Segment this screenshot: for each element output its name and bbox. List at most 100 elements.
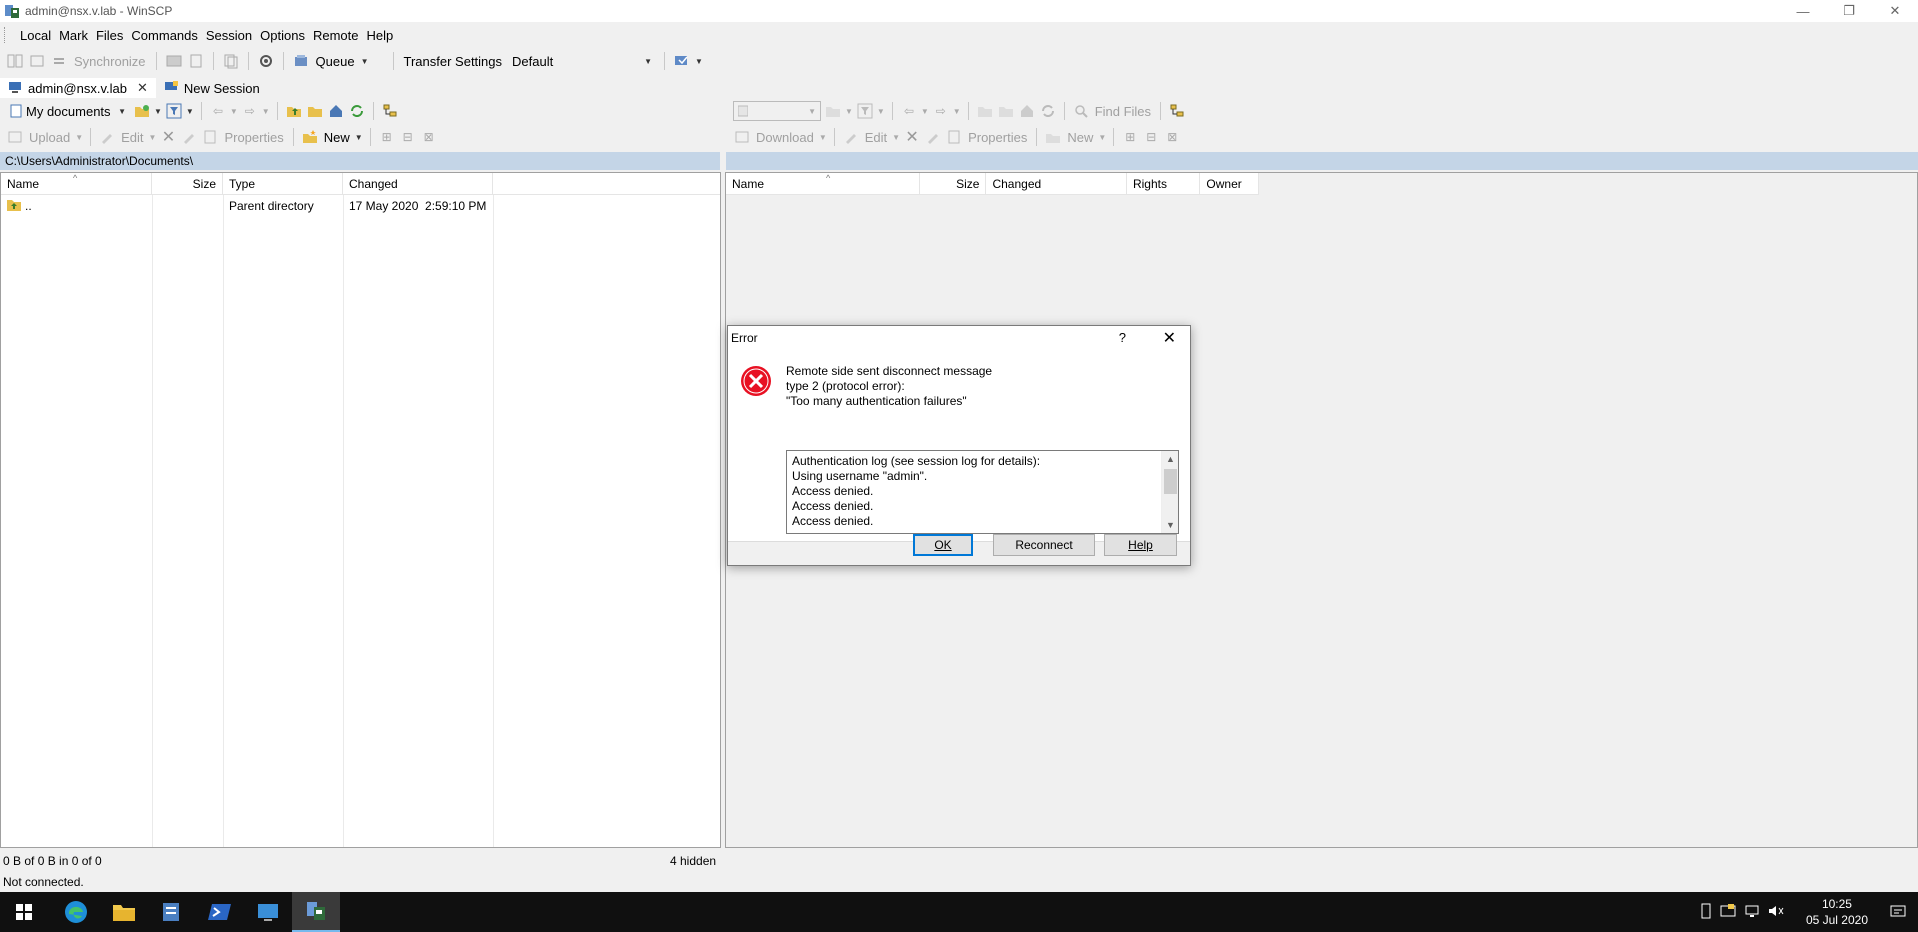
preferences-gear-icon[interactable]: [257, 52, 275, 70]
refresh-icon[interactable]: [348, 102, 366, 120]
keep-up-to-date-icon[interactable]: [28, 52, 46, 70]
upload-button[interactable]: Upload: [27, 130, 72, 145]
menu-local[interactable]: Local: [16, 28, 55, 43]
rename-icon[interactable]: [924, 128, 942, 146]
authentication-log[interactable]: Authentication log (see session log for …: [786, 450, 1179, 534]
console-icon[interactable]: [165, 52, 183, 70]
tree-view-icon[interactable]: [1168, 102, 1186, 120]
chevron-down-icon[interactable]: ▼: [355, 133, 363, 142]
column-changed[interactable]: Changed: [343, 173, 493, 194]
compare-directories-icon[interactable]: [6, 52, 24, 70]
menu-session[interactable]: Session: [202, 28, 256, 43]
filter-icon[interactable]: [165, 102, 183, 120]
reconnect-button[interactable]: Reconnect: [993, 534, 1095, 556]
download-icon[interactable]: [733, 128, 751, 146]
chevron-down-icon[interactable]: ▼: [845, 107, 853, 116]
local-location-select[interactable]: My documents ▼: [6, 101, 130, 121]
back-arrow-icon[interactable]: ⇦: [900, 102, 918, 120]
file-explorer-icon[interactable]: [100, 892, 148, 932]
chevron-down-icon[interactable]: ▼: [230, 107, 238, 116]
delete-icon[interactable]: ✕: [903, 128, 921, 146]
network-icon[interactable]: [1744, 904, 1760, 921]
column-name[interactable]: Name: [726, 173, 920, 194]
back-arrow-icon[interactable]: ⇦: [209, 102, 227, 120]
column-rights[interactable]: Rights: [1127, 173, 1201, 194]
edit-icon[interactable]: [842, 128, 860, 146]
copy-to-clipboard-icon[interactable]: [222, 52, 240, 70]
column-type[interactable]: Type: [223, 173, 343, 194]
select-filter-icon[interactable]: ⊠: [1163, 128, 1181, 146]
log-scrollbar[interactable]: ▲ ▼: [1161, 451, 1178, 533]
open-folder-icon[interactable]: [824, 102, 842, 120]
table-row[interactable]: .. Parent directory 17 May 2020 2:59:10 …: [1, 195, 720, 217]
root-directory-icon[interactable]: [306, 102, 324, 120]
edit-icon[interactable]: [98, 128, 116, 146]
synchronize-icon[interactable]: [50, 52, 68, 70]
keyboard-icon[interactable]: [1720, 903, 1736, 921]
putty-icon[interactable]: [187, 52, 205, 70]
parent-directory-icon[interactable]: [285, 102, 303, 120]
column-size[interactable]: Size: [920, 173, 987, 194]
forward-arrow-icon[interactable]: ⇨: [932, 102, 950, 120]
tab-new-session[interactable]: New Session: [156, 78, 268, 98]
tree-view-icon[interactable]: [381, 102, 399, 120]
scroll-up-icon[interactable]: ▲: [1162, 451, 1179, 467]
queue-dropdown-icon[interactable]: ▼: [361, 57, 369, 66]
upload-icon[interactable]: [6, 128, 24, 146]
chevron-down-icon[interactable]: ▼: [695, 57, 703, 66]
find-files-icon[interactable]: [1072, 102, 1090, 120]
remote-desktop-icon[interactable]: [244, 892, 292, 932]
home-icon[interactable]: [1018, 102, 1036, 120]
clock[interactable]: 10:25 05 Jul 2020: [1806, 896, 1868, 928]
menu-help[interactable]: Help: [362, 28, 397, 43]
start-windows-icon[interactable]: [0, 892, 48, 932]
refresh-icon[interactable]: [1039, 102, 1057, 120]
chevron-down-icon[interactable]: ▼: [186, 107, 194, 116]
dialog-help-button[interactable]: ?: [1119, 330, 1126, 345]
help-button[interactable]: Help: [1104, 534, 1177, 556]
open-folder-icon[interactable]: [133, 102, 151, 120]
select-plus-icon[interactable]: ⊞: [378, 128, 396, 146]
column-changed[interactable]: Changed: [986, 173, 1127, 194]
rename-icon[interactable]: [180, 128, 198, 146]
queue-button[interactable]: Queue: [314, 54, 357, 69]
queue-icon[interactable]: [292, 52, 310, 70]
chevron-down-icon[interactable]: ▼: [953, 107, 961, 116]
edge-browser-icon[interactable]: [52, 892, 100, 932]
chevron-down-icon[interactable]: ▼: [75, 133, 83, 142]
new-folder-icon[interactable]: [301, 128, 319, 146]
scroll-down-icon[interactable]: ▼: [1162, 517, 1179, 533]
powershell-icon[interactable]: [196, 892, 244, 932]
forward-arrow-icon[interactable]: ⇨: [241, 102, 259, 120]
column-size[interactable]: Size: [152, 173, 223, 194]
find-files-button[interactable]: Find Files: [1093, 104, 1153, 119]
edit-button[interactable]: Edit: [863, 130, 889, 145]
server-manager-icon[interactable]: [148, 892, 196, 932]
properties-button[interactable]: Properties: [222, 130, 285, 145]
chevron-down-icon[interactable]: ▼: [892, 133, 900, 142]
column-owner[interactable]: Owner: [1200, 173, 1260, 194]
menu-commands[interactable]: Commands: [127, 28, 201, 43]
menu-files[interactable]: Files: [92, 28, 127, 43]
minimize-button[interactable]: —: [1780, 0, 1826, 22]
chevron-down-icon[interactable]: ▼: [877, 107, 885, 116]
home-icon[interactable]: [327, 102, 345, 120]
new-button[interactable]: New: [1065, 130, 1095, 145]
remote-path-bar[interactable]: [726, 152, 1918, 170]
properties-icon[interactable]: [945, 128, 963, 146]
root-directory-icon[interactable]: [997, 102, 1015, 120]
transfer-settings-icon[interactable]: [673, 52, 691, 70]
new-folder-icon[interactable]: [1044, 128, 1062, 146]
dialog-close-button[interactable]: ✕: [1163, 328, 1176, 348]
local-path-bar[interactable]: C:\Users\Administrator\Documents\: [0, 152, 720, 170]
filter-icon[interactable]: [856, 102, 874, 120]
chevron-down-icon[interactable]: ▼: [819, 133, 827, 142]
chevron-down-icon[interactable]: ▼: [154, 107, 162, 116]
download-button[interactable]: Download: [754, 130, 816, 145]
remote-location-select[interactable]: ▼: [733, 101, 821, 121]
properties-button[interactable]: Properties: [966, 130, 1029, 145]
hidden-files-count[interactable]: 4 hidden: [670, 852, 716, 870]
tab-admin-session[interactable]: admin@nsx.v.lab ✕: [0, 78, 156, 98]
menu-remote[interactable]: Remote: [309, 28, 363, 43]
select-filter-icon[interactable]: ⊠: [420, 128, 438, 146]
